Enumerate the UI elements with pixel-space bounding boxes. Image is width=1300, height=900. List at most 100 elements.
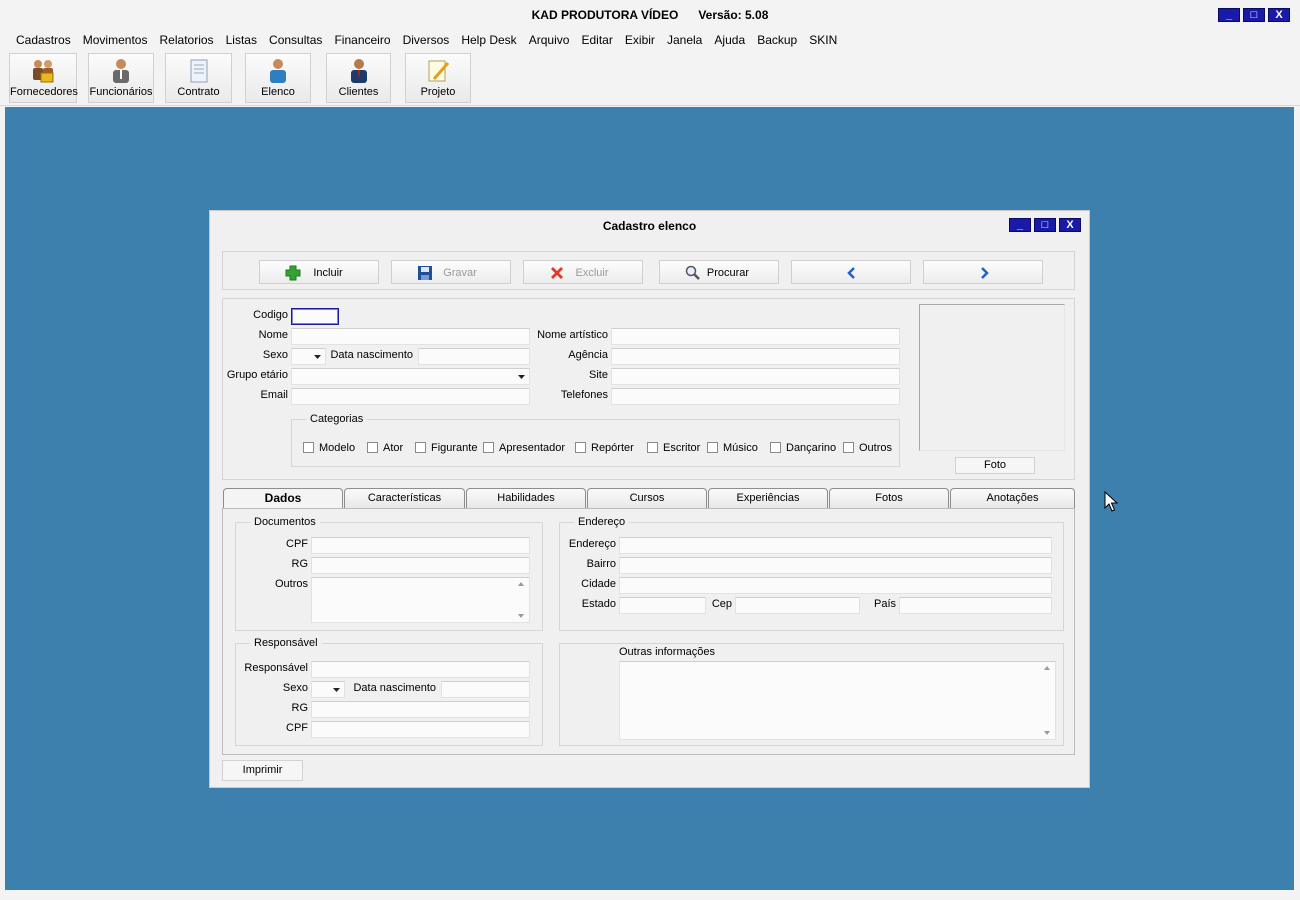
child-minimize-button[interactable]: _	[1009, 218, 1031, 232]
sexo-label: Sexo	[262, 349, 288, 361]
menu-movimentos[interactable]: Movimentos	[83, 30, 148, 50]
menu-arquivo[interactable]: Arquivo	[529, 30, 570, 50]
email-input[interactable]	[291, 388, 530, 405]
pais-label: País	[873, 598, 896, 610]
cpf-input[interactable]	[311, 537, 530, 554]
menu-help-desk[interactable]: Help Desk	[461, 30, 516, 50]
maximize-button[interactable]: □	[1243, 8, 1265, 22]
incluir-button[interactable]: Incluir	[259, 260, 379, 284]
grupo-etario-select[interactable]	[291, 368, 530, 385]
scroll-up-icon[interactable]	[518, 582, 524, 586]
scrollbar[interactable]	[1040, 662, 1055, 739]
checkbox-figurante[interactable]: Figurante	[415, 442, 477, 454]
procurar-button[interactable]: Procurar	[659, 260, 779, 284]
codigo-label: Codigo	[253, 309, 288, 321]
toolbar-funcionarios-button[interactable]: Funcionários	[88, 53, 154, 103]
checkbox-dancarino[interactable]: Dançarino	[770, 442, 836, 454]
checkbox-musico[interactable]: Músico	[707, 442, 758, 454]
tab-caracteristicas[interactable]: Características	[344, 488, 465, 508]
resp-rg-input[interactable]	[311, 701, 530, 718]
checkbox-box[interactable]	[843, 442, 854, 453]
menu-janela[interactable]: Janela	[667, 30, 702, 50]
cidade-input[interactable]	[619, 577, 1052, 594]
scroll-down-icon[interactable]	[518, 614, 524, 618]
checkbox-box[interactable]	[415, 442, 426, 453]
checkbox-box[interactable]	[575, 442, 586, 453]
previous-button[interactable]	[791, 260, 911, 284]
site-input[interactable]	[611, 368, 900, 385]
checkbox-label: Dançarino	[786, 442, 837, 454]
pais-input[interactable]	[899, 597, 1052, 614]
outras-informacoes-textarea[interactable]	[619, 661, 1056, 740]
checkbox-label: Escritor	[663, 442, 701, 454]
nome-artistico-input[interactable]	[611, 328, 900, 345]
close-button[interactable]: X	[1268, 8, 1290, 22]
next-button[interactable]	[923, 260, 1043, 284]
toolbar-contrato-button[interactable]: Contrato	[165, 53, 232, 103]
responsavel-input[interactable]	[311, 661, 530, 678]
checkbox-box[interactable]	[483, 442, 494, 453]
tab-cursos[interactable]: Cursos	[587, 488, 707, 508]
endereco-input[interactable]	[619, 537, 1052, 554]
chevron-left-icon	[847, 267, 855, 279]
data-nascimento-input[interactable]	[418, 348, 530, 365]
checkbox-apresentador[interactable]: Apresentador	[483, 442, 565, 454]
toolbar-fornecedores-button[interactable]: Fornecedores	[9, 53, 78, 103]
menu-exibir[interactable]: Exibir	[625, 30, 655, 50]
rg-input[interactable]	[311, 557, 530, 574]
resp-data-nascimento-input[interactable]	[441, 681, 530, 698]
bairro-input[interactable]	[619, 557, 1052, 574]
menu-ajuda[interactable]: Ajuda	[714, 30, 745, 50]
toolbar-clientes-button[interactable]: Clientes	[326, 53, 391, 103]
imprimir-button[interactable]: Imprimir	[222, 760, 303, 781]
tab-experiencias[interactable]: Experiências	[708, 488, 828, 508]
nome-input[interactable]	[291, 328, 530, 345]
checkbox-box[interactable]	[647, 442, 658, 453]
toolbar-elenco-button[interactable]: Elenco	[245, 53, 311, 103]
menu-diversos[interactable]: Diversos	[403, 30, 450, 50]
telefones-input[interactable]	[611, 388, 900, 405]
tab-dados[interactable]: Dados	[223, 488, 343, 509]
child-close-button[interactable]: X	[1059, 218, 1081, 232]
estado-input[interactable]	[619, 597, 706, 614]
checkbox-ator[interactable]: Ator	[367, 442, 403, 454]
foto-button[interactable]: Foto	[955, 457, 1035, 474]
sexo-select[interactable]	[291, 348, 326, 365]
menu-listas[interactable]: Listas	[226, 30, 257, 50]
menu-cadastros[interactable]: Cadastros	[16, 30, 71, 50]
scroll-up-icon[interactable]	[1044, 666, 1050, 670]
agencia-input[interactable]	[611, 348, 900, 365]
resp-cpf-input[interactable]	[311, 721, 530, 738]
scroll-down-icon[interactable]	[1044, 731, 1050, 735]
tab-habilidades[interactable]: Habilidades	[466, 488, 586, 508]
cep-input[interactable]	[735, 597, 860, 614]
tab-fotos[interactable]: Fotos	[829, 488, 949, 508]
child-maximize-button[interactable]: □	[1034, 218, 1056, 232]
minimize-button[interactable]: _	[1218, 8, 1240, 22]
menu-backup[interactable]: Backup	[757, 30, 797, 50]
checkbox-box[interactable]	[303, 442, 314, 453]
menu-editar[interactable]: Editar	[581, 30, 612, 50]
checkbox-label: Figurante	[431, 442, 478, 454]
checkbox-box[interactable]	[707, 442, 718, 453]
checkbox-box[interactable]	[770, 442, 781, 453]
tab-anotacoes[interactable]: Anotações	[950, 488, 1075, 508]
menu-skin[interactable]: SKIN	[809, 30, 837, 50]
checkbox-modelo[interactable]: Modelo	[303, 442, 355, 454]
scrollbar[interactable]	[514, 578, 529, 622]
checkbox-escritor[interactable]: Escritor	[647, 442, 700, 454]
excluir-button[interactable]: Excluir	[523, 260, 643, 284]
outros-textarea[interactable]	[311, 577, 530, 623]
checkbox-reporter[interactable]: Repórter	[575, 442, 634, 454]
menu-relatorios[interactable]: Relatorios	[160, 30, 214, 50]
cidade-label: Cidade	[581, 578, 616, 590]
menu-consultas[interactable]: Consultas	[269, 30, 322, 50]
menu-financeiro[interactable]: Financeiro	[334, 30, 390, 50]
resp-sexo-select[interactable]	[311, 681, 345, 698]
checkbox-outros[interactable]: Outros	[843, 442, 892, 454]
toolbar-projeto-button[interactable]: Projeto	[405, 53, 471, 103]
gravar-button[interactable]: Gravar	[391, 260, 511, 284]
checkbox-box[interactable]	[367, 442, 378, 453]
client-icon	[350, 59, 367, 83]
codigo-input[interactable]	[291, 308, 339, 325]
